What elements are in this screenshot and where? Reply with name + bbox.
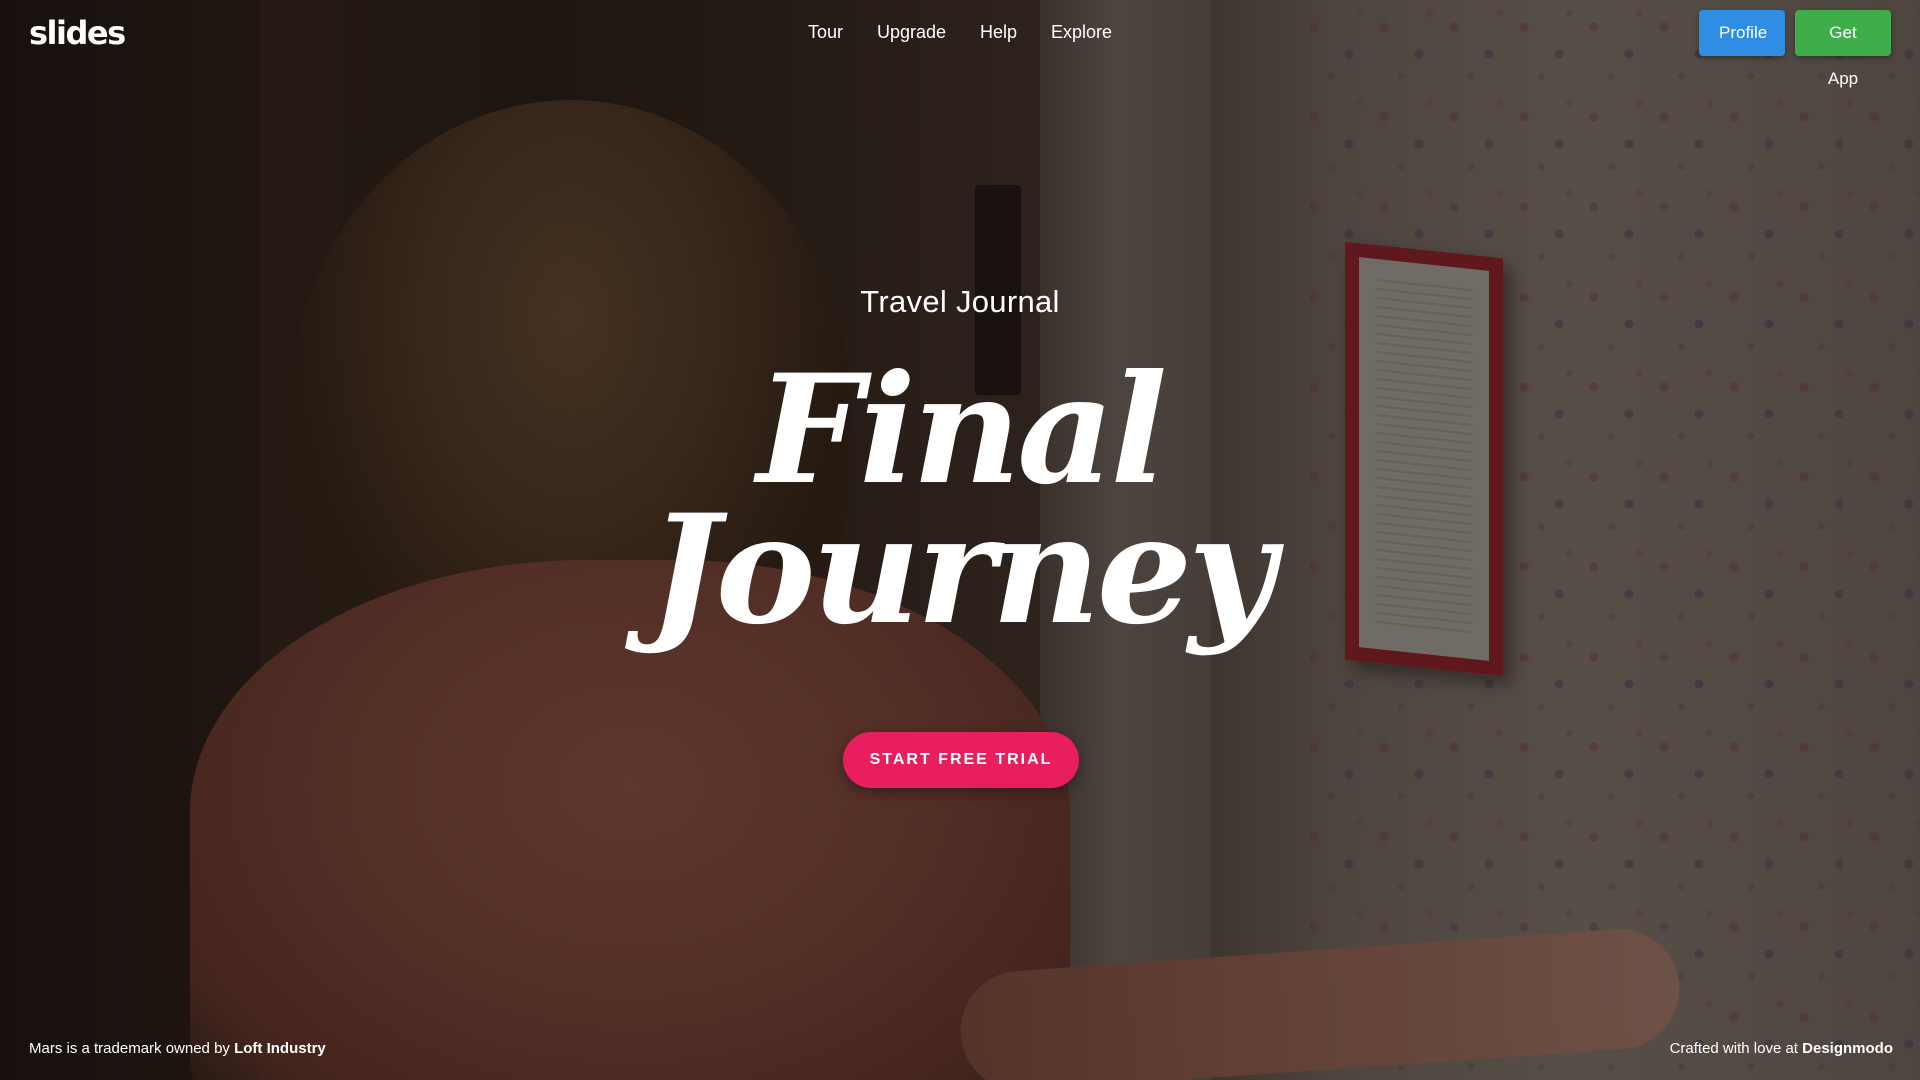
hero-title-line-2: Journey <box>648 482 1276 658</box>
hero-title: Final Journey <box>0 342 1920 658</box>
nav-link-tour[interactable]: Tour <box>808 22 843 43</box>
hero-title-line-1: Final <box>756 342 1168 518</box>
nav-link-upgrade[interactable]: Upgrade <box>877 22 946 43</box>
footer-trademark-text: Mars is a trademark owned by <box>29 1040 230 1057</box>
hero-subtitle: Travel Journal <box>860 284 1060 319</box>
designmodo-link[interactable]: Designmodo <box>1802 1040 1893 1057</box>
nav-link-explore[interactable]: Explore <box>1051 22 1112 43</box>
get-app-button[interactable]: Get App <box>1795 10 1891 88</box>
footer-credit: Crafted with love at Designmodo <box>1670 1040 1893 1057</box>
start-free-trial-button[interactable]: START FREE TRIAL <box>843 732 1079 788</box>
loft-industry-link[interactable]: Loft Industry <box>234 1040 326 1057</box>
site-header: slides Tour Upgrade Help Explore Profile… <box>0 0 1920 88</box>
nav-link-help[interactable]: Help <box>980 22 1017 43</box>
footer-credit-text: Crafted with love at <box>1669 1040 1798 1057</box>
profile-button[interactable]: Profile <box>1699 10 1785 56</box>
footer-trademark: Mars is a trademark owned by Loft Indust… <box>29 1040 326 1057</box>
main-nav: Tour Upgrade Help Explore <box>0 22 1920 43</box>
